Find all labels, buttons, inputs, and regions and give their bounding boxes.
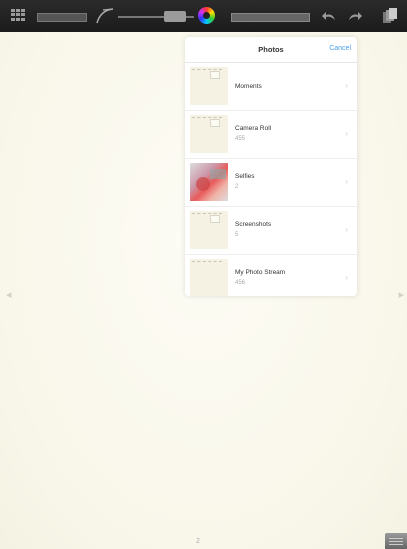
album-title: Selfies: [235, 173, 255, 180]
album-row-moments[interactable]: Moments ›: [185, 63, 357, 111]
album-title: Moments: [235, 83, 262, 90]
chevron-right-icon: ›: [345, 177, 348, 186]
album-count: 456: [235, 280, 246, 286]
album-thumbnail: [190, 259, 228, 296]
brush-size-slider-thumb[interactable]: [164, 11, 186, 22]
undo-icon[interactable]: [321, 9, 337, 23]
album-row-screenshots[interactable]: Screenshots 5 ›: [185, 207, 357, 255]
opacity-slider[interactable]: [231, 13, 310, 22]
grid-icon[interactable]: [11, 9, 25, 21]
album-count: 2: [235, 184, 239, 190]
color-wheel-icon[interactable]: [198, 7, 215, 24]
album-title: Camera Roll: [235, 125, 272, 132]
drawing-toolbar: [0, 0, 407, 32]
previous-page-icon[interactable]: ◂: [6, 288, 12, 301]
next-page-icon[interactable]: ▸: [398, 288, 404, 301]
album-title: My Photo Stream: [235, 269, 286, 276]
album-thumbnail: [190, 211, 228, 249]
album-title: Screenshots: [235, 221, 272, 228]
cancel-button[interactable]: Cancel: [329, 45, 351, 52]
chevron-right-icon: ›: [345, 81, 348, 90]
album-thumbnail: [190, 67, 228, 105]
chevron-right-icon: ›: [345, 273, 348, 282]
album-row-selfies[interactable]: Selfies 2 ›: [185, 159, 357, 207]
page-menu-handle[interactable]: [385, 533, 407, 549]
album-thumbnail: [190, 163, 228, 201]
page-number: 2: [196, 538, 200, 545]
album-count: 5: [235, 232, 239, 238]
chevron-right-icon: ›: [345, 225, 348, 234]
album-row-my-photo-stream[interactable]: My Photo Stream 456 ›: [185, 255, 357, 296]
album-row-camera-roll[interactable]: Camera Roll 455 ›: [185, 111, 357, 159]
album-count: 455: [235, 136, 246, 142]
chevron-right-icon: ›: [345, 129, 348, 138]
pen-icon[interactable]: [93, 6, 117, 26]
photos-picker-popover: Photos Cancel Moments › Camera Roll 455 …: [185, 37, 357, 296]
album-thumbnail: [190, 115, 228, 153]
layers-icon[interactable]: [380, 7, 400, 25]
redo-icon[interactable]: [347, 9, 363, 23]
eraser-tool-button[interactable]: [37, 13, 87, 22]
popover-header: Photos Cancel: [185, 37, 357, 63]
